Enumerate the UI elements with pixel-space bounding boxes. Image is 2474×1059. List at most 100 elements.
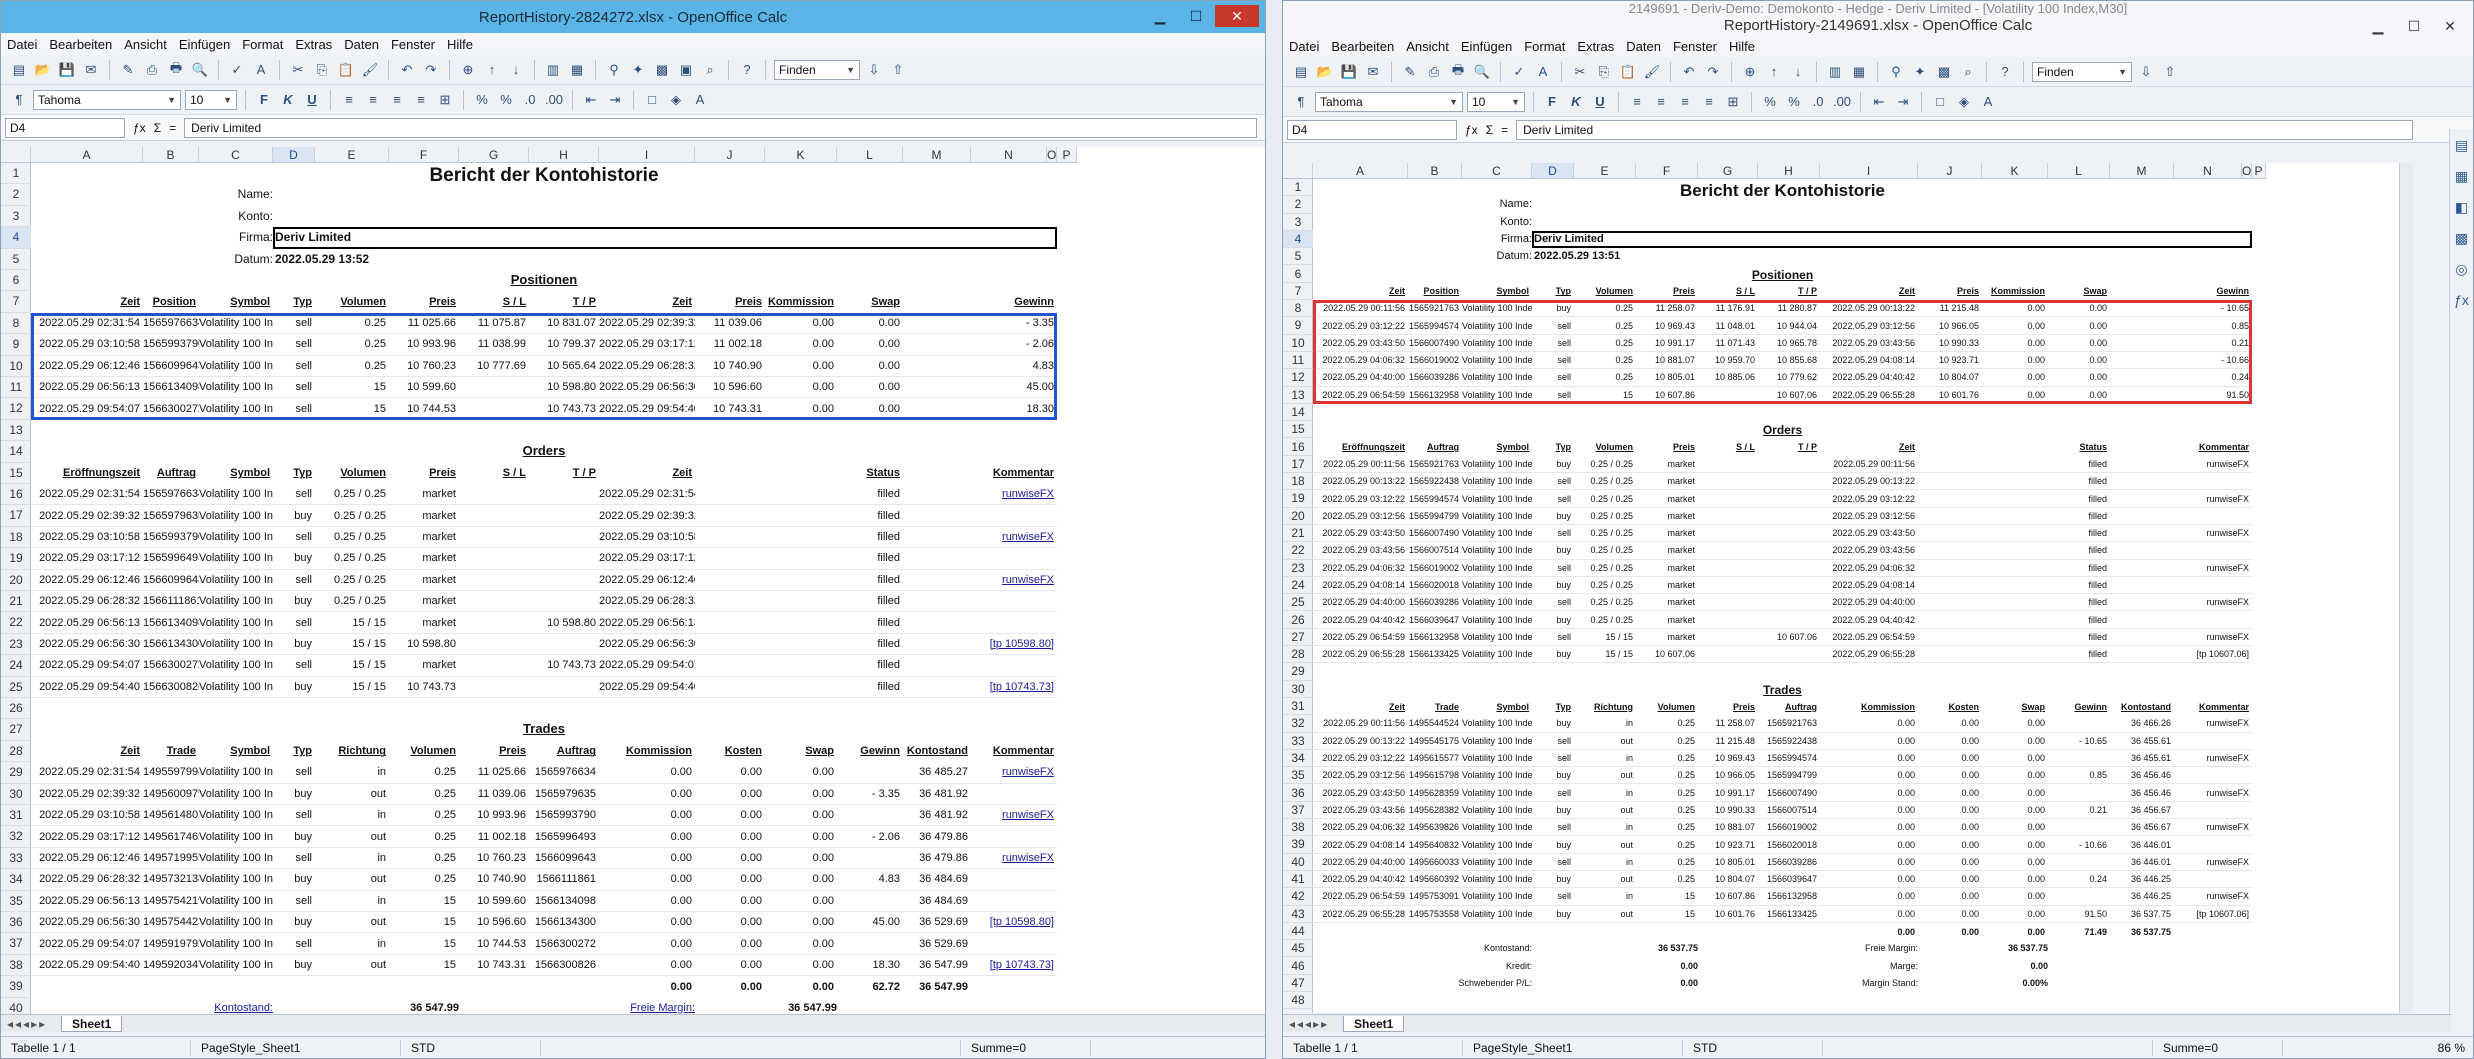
cell[interactable]: 10 744.53 bbox=[389, 403, 459, 415]
cell[interactable]: buy bbox=[273, 873, 315, 885]
cell[interactable]: Volatility 100 Index bbox=[199, 831, 273, 843]
cell[interactable]: 2022.05.29 04:08:14 bbox=[1820, 355, 1918, 365]
table-row[interactable]: 2022.05.29 02:39:32 1565979635 Volatility … bbox=[31, 505, 1057, 527]
print-icon[interactable]: 🖶 bbox=[1448, 62, 1468, 82]
cell[interactable]: 0.00 bbox=[1982, 321, 2048, 331]
cell[interactable]: 0.00 bbox=[765, 852, 837, 864]
cell[interactable]: sell bbox=[1532, 355, 1574, 365]
cell[interactable]: Symbol bbox=[1462, 702, 1532, 712]
cell[interactable]: 36 446.01 bbox=[2110, 857, 2174, 867]
row-header[interactable]: 3 bbox=[1283, 214, 1313, 231]
cell[interactable]: [tp 10743.73] bbox=[903, 681, 1057, 693]
cell[interactable]: 2022.05.29 04:08:14 bbox=[1313, 580, 1408, 590]
cell[interactable]: 2022.05.29 03:43:56 bbox=[1313, 805, 1408, 815]
row-header[interactable]: 20 bbox=[1, 570, 31, 591]
table-row[interactable]: 2022.05.29 04:40:00 1495660033 Volatility … bbox=[1313, 854, 2252, 871]
right-title-bar[interactable]: ReportHistory-2149691.xlsx - OpenOffice … bbox=[1283, 15, 2473, 35]
cell[interactable]: 0.00 bbox=[1918, 891, 1982, 901]
row-header[interactable]: 14 bbox=[1283, 404, 1313, 422]
column-header[interactable]: O bbox=[2242, 163, 2252, 178]
cell[interactable]: sell bbox=[1532, 528, 1574, 538]
cell[interactable]: 91.50 bbox=[2048, 909, 2110, 919]
cell[interactable]: 2022.05.29 02:31:54 bbox=[599, 488, 695, 500]
cell[interactable]: 1566039286 bbox=[1408, 597, 1462, 607]
cell[interactable]: 1495640832 bbox=[1408, 840, 1462, 850]
cell[interactable]: 0.00 bbox=[765, 873, 837, 885]
cell[interactable]: 0.00 bbox=[1820, 770, 1918, 780]
cell[interactable]: 10 804.07 bbox=[1918, 372, 1982, 382]
open-icon[interactable]: 📂 bbox=[1315, 62, 1335, 82]
cell[interactable]: Volatility 100 Index bbox=[199, 574, 273, 586]
menu-item[interactable]: Ansicht bbox=[1406, 39, 1449, 54]
cell[interactable]: 0.00 bbox=[837, 338, 903, 350]
bg-color-icon[interactable]: ◈ bbox=[666, 90, 686, 110]
cell[interactable]: Volatility 100 Index bbox=[1462, 303, 1532, 313]
table-row[interactable]: 2022.05.29 09:54:40 1495920347 Volatility … bbox=[31, 955, 1057, 977]
cell[interactable]: 2022.05.29 06:28:32 bbox=[599, 595, 695, 607]
row-header[interactable]: 11 bbox=[1, 377, 31, 399]
cell[interactable]: 10 969.43 bbox=[1698, 753, 1758, 763]
cell[interactable]: 1565922438 bbox=[1408, 476, 1462, 486]
cell[interactable]: filled bbox=[1918, 632, 2110, 642]
table-row[interactable]: 2022.05.29 03:10:58 1565993790 Volatility … bbox=[31, 527, 1057, 549]
cell[interactable]: 2022.05.29 06:56:30 bbox=[31, 638, 143, 650]
table-row[interactable]: 2022.05.29 06:56:30 1566134300 Volatility … bbox=[31, 634, 1057, 656]
cell[interactable]: 11 258.07 bbox=[1636, 303, 1698, 313]
cell[interactable]: 0.00 bbox=[2048, 390, 2110, 400]
column-header[interactable]: M bbox=[903, 147, 971, 162]
cell[interactable]: 2022.05.29 03:10:58 bbox=[31, 338, 143, 350]
cell[interactable]: filled bbox=[1918, 597, 2110, 607]
cell[interactable]: [tp 10598.80] bbox=[971, 916, 1057, 928]
close-icon[interactable]: ✕ bbox=[2433, 15, 2467, 37]
function-wizard-icon[interactable]: ƒx bbox=[1465, 123, 1478, 137]
cell[interactable]: 2022.05.29 06:12:46 bbox=[31, 852, 143, 864]
row-header[interactable]: 32 bbox=[1283, 715, 1313, 733]
cell[interactable]: 2022.05.29 03:43:56 bbox=[1820, 338, 1918, 348]
cell[interactable]: sell bbox=[1532, 494, 1574, 504]
cell[interactable]: Volatility 100 Index bbox=[1462, 874, 1532, 884]
row-header[interactable]: 29 bbox=[1, 762, 31, 784]
cell[interactable]: 10 743.31 bbox=[459, 959, 529, 971]
column-header[interactable]: D bbox=[273, 147, 315, 162]
cell[interactable]: 1566007514 bbox=[1758, 805, 1820, 815]
pivot-icon[interactable]: ▦ bbox=[567, 60, 587, 80]
cell[interactable]: 0.00 bbox=[1982, 805, 2048, 815]
cell[interactable]: 0.25 bbox=[1636, 805, 1698, 815]
cell[interactable]: filled bbox=[1918, 459, 2110, 469]
cell[interactable]: Volatility 100 Index bbox=[199, 938, 273, 950]
open-icon[interactable]: 📂 bbox=[33, 60, 53, 80]
row-header[interactable]: 11 bbox=[1283, 352, 1313, 370]
menu-item[interactable]: Einfügen bbox=[1461, 39, 1512, 54]
menu-item[interactable]: Hilfe bbox=[1729, 39, 1755, 54]
cell[interactable]: 36 484.69 bbox=[903, 895, 971, 907]
row-header[interactable]: 8 bbox=[1, 313, 31, 335]
close-icon[interactable]: ✕ bbox=[1215, 5, 1259, 27]
autospell-icon[interactable]: A bbox=[1533, 62, 1553, 82]
cell[interactable]: 2022.05.29 04:08:14 bbox=[1820, 580, 1918, 590]
cell[interactable]: 10 744.53 bbox=[459, 938, 529, 950]
cell[interactable]: 10 923.71 bbox=[1918, 355, 1982, 365]
row-header[interactable]: 5 bbox=[1283, 248, 1313, 266]
sort-desc-icon[interactable]: ↓ bbox=[506, 60, 526, 80]
cell[interactable]: - 10.66 bbox=[2110, 355, 2252, 365]
trades-header-row[interactable]: Zeit Trade Symbol Typ Richtung Volumen Preis Au… bbox=[31, 741, 1057, 762]
cell[interactable]: filled bbox=[1918, 476, 2110, 486]
menu-item[interactable]: Format bbox=[1524, 39, 1565, 54]
cell[interactable]: 2022.05.29 06:56:13 bbox=[31, 617, 143, 629]
cell[interactable]: 10 565.64 bbox=[529, 360, 599, 372]
row-header[interactable]: 23 bbox=[1, 634, 31, 656]
cell[interactable]: 10 885.06 bbox=[1698, 372, 1758, 382]
cell[interactable]: 36 456.67 bbox=[2110, 822, 2174, 832]
cell[interactable]: 2022.05.29 09:54:07 bbox=[31, 403, 143, 415]
cell[interactable]: market bbox=[1636, 632, 1698, 642]
table-row[interactable]: 2022.05.29 03:43:56 1495628382 Volatility … bbox=[1313, 802, 2252, 820]
table-row[interactable]: 2022.05.29 03:43:50 1566007490 Volatility … bbox=[1313, 525, 2252, 543]
cell[interactable]: Volatility 100 Index bbox=[1462, 563, 1532, 573]
cell[interactable]: 11 048.01 bbox=[1698, 321, 1758, 331]
undo-icon[interactable]: ↶ bbox=[1679, 62, 1699, 82]
cell[interactable]: buy bbox=[1532, 545, 1574, 555]
cell[interactable]: 0.00 bbox=[837, 317, 903, 329]
cell[interactable]: 2022.05.29 00:11:56 bbox=[1820, 459, 1918, 469]
cell[interactable]: 0.25 / 0.25 bbox=[315, 510, 389, 522]
equals-icon[interactable]: = bbox=[1501, 123, 1508, 137]
